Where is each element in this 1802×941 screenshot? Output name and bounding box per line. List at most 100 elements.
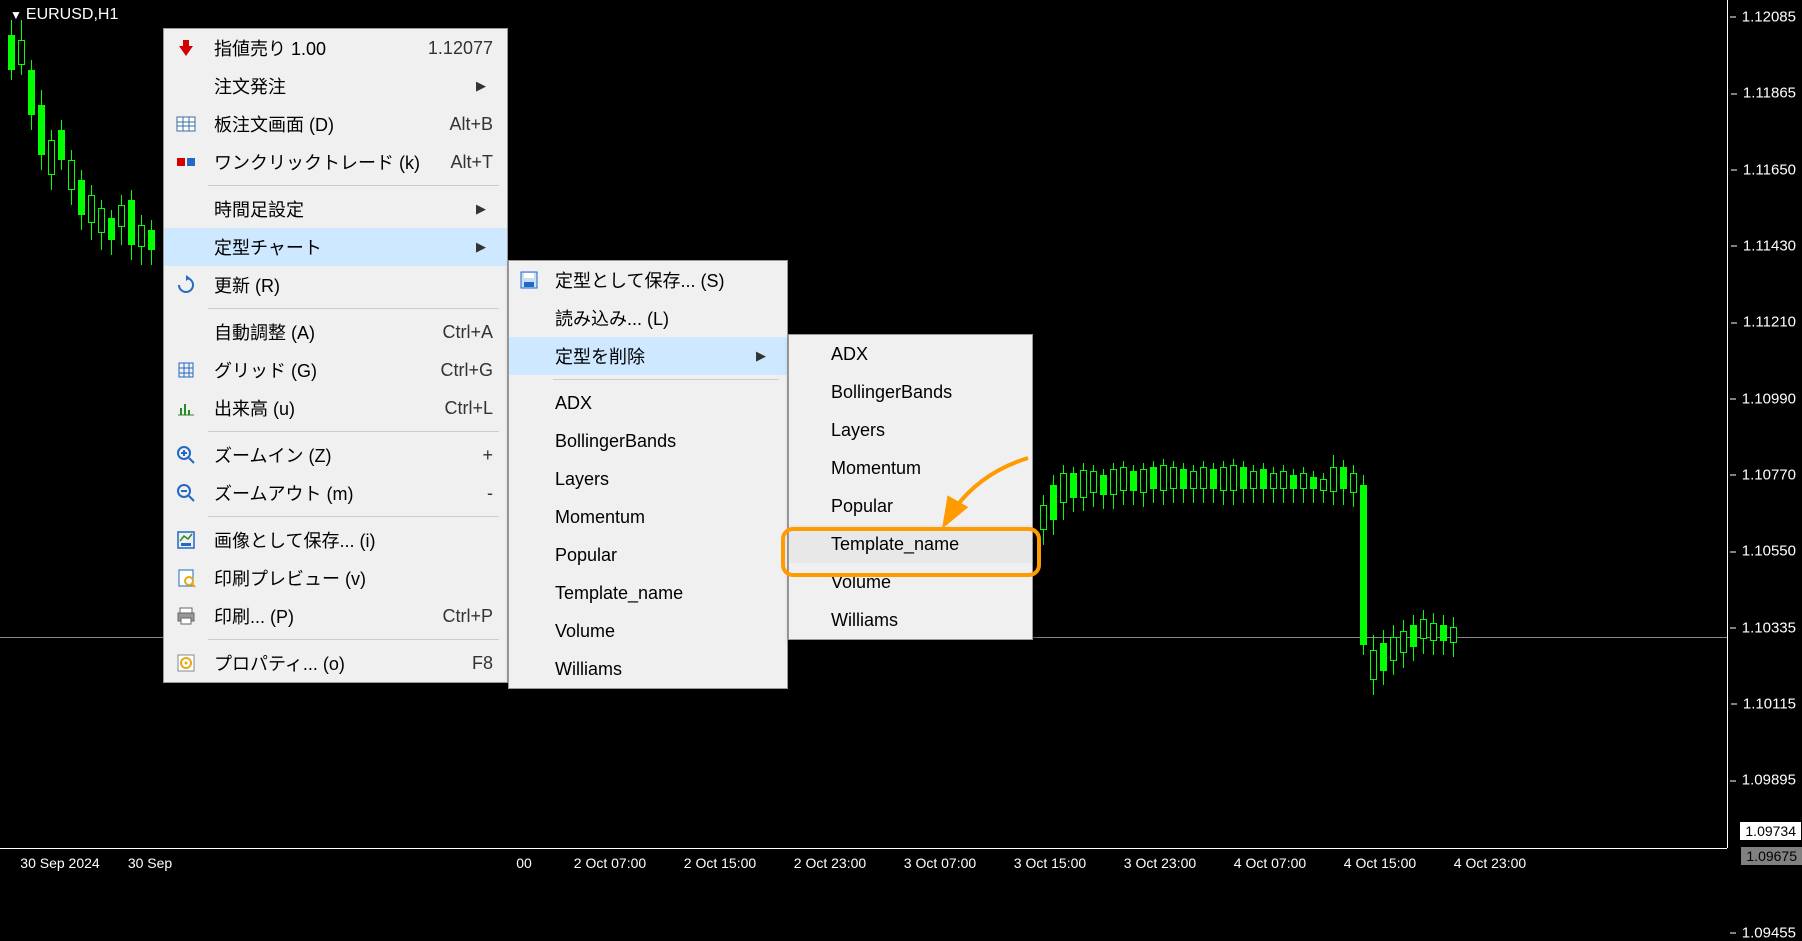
delete-template-item[interactable]: Layers [789,411,1032,449]
submenu-item[interactable]: Williams [509,650,787,688]
props-icon [164,653,208,673]
menu-item[interactable]: 注文発注▶ [164,67,507,105]
menu-item[interactable]: 更新 (R) [164,266,507,304]
submenu-arrow-icon: ▶ [469,239,493,255]
menu-item-shortcut: Ctrl+A [412,322,493,343]
submenu-item-label: 定型として保存... (S) [549,267,773,293]
y-axis-tick: 1.11210 [1743,314,1796,331]
menu-item-label: グリッド (G) [208,357,410,383]
y-axis-tick: 1.09895 [1742,772,1796,789]
menu-item-label: 画像として保存... (i) [208,527,493,553]
submenu-arrow-icon: ▶ [469,201,493,217]
menu-separator [553,379,779,380]
menu-item-shortcut: Ctrl+P [412,606,493,627]
submenu-item[interactable]: Popular [509,536,787,574]
submenu-arrow-icon: ▶ [469,78,493,94]
y-axis-tick: 1.10550 [1742,543,1796,560]
menu-item-label: ズームアウト (m) [208,480,433,506]
delete-template-item-label: Williams [825,610,1018,631]
delete-template-item[interactable]: Momentum [789,449,1032,487]
menu-item-shortcut: + [433,445,493,466]
menu-item-label: 出来高 (u) [208,395,414,421]
saveimg-icon [164,530,208,550]
delete-template-item[interactable]: BollingerBands [789,373,1032,411]
menu-item[interactable]: 自動調整 (A)Ctrl+A [164,313,507,351]
delete-template-item-label: Volume [825,572,1018,593]
price-marker: 1.09675 [1741,847,1802,865]
volume-icon [164,398,208,418]
oneclick-icon [164,152,208,172]
y-axis-tick: 1.11865 [1743,85,1796,102]
menu-item[interactable]: 印刷... (P)Ctrl+P [164,597,507,635]
delete-template-item[interactable]: Volume [789,563,1032,601]
submenu-item[interactable]: ADX [509,384,787,422]
menu-item-label: 注文発注 [208,73,469,99]
menu-item[interactable]: 時間足設定▶ [164,190,507,228]
menu-item[interactable]: 出来高 (u)Ctrl+L [164,389,507,427]
menu-item-shortcut: - [433,483,493,504]
context-menu-template[interactable]: 定型として保存... (S) 読み込み... (L) 定型を削除▶ ADX Bollin… [508,260,788,689]
menu-item-label: 定型チャート [208,234,469,260]
menu-item[interactable]: グリッド (G)Ctrl+G [164,351,507,389]
submenu-item[interactable]: BollingerBands [509,422,787,460]
submenu-item[interactable]: 読み込み... (L) [509,299,787,337]
grid-icon [164,360,208,380]
submenu-item-label: ADX [549,393,773,414]
menu-item[interactable]: 印刷プレビュー (v) [164,559,507,597]
menu-item-shortcut: F8 [433,653,493,674]
delete-template-item-label: Template_name [825,534,1018,555]
menu-item[interactable]: 指値売り 1.001.12077 [164,29,507,67]
delete-template-item[interactable]: ADX [789,335,1032,373]
save-tpl-icon [509,270,549,290]
delete-template-item[interactable]: Template_name [789,525,1032,563]
context-menu-delete-template[interactable]: ADX BollingerBands Layers MomentumPopular Te… [788,334,1033,640]
menu-item[interactable]: 板注文画面 (D)Alt+B [164,105,507,143]
menu-item-shortcut: 1.12077 [398,38,493,59]
menu-separator [208,639,499,640]
menu-separator [208,516,499,517]
submenu-item[interactable]: Volume [509,612,787,650]
submenu-item-label: Layers [549,469,773,490]
delete-template-item[interactable]: Williams [789,601,1032,639]
price-marker: 1.09734 [1739,821,1802,841]
menu-item-label: 更新 (R) [208,272,493,298]
menu-item[interactable]: ズームイン (Z)+ [164,436,507,474]
submenu-item-label: Williams [549,659,773,680]
submenu-item-label: 読み込み... (L) [549,305,773,331]
zoomin-icon [164,445,208,465]
submenu-item-label: Volume [549,621,773,642]
depth-icon [164,114,208,134]
x-axis-tick: 2 Oct 07:00 [574,855,646,871]
menu-item[interactable]: ワンクリックトレード (k)Alt+T [164,143,507,181]
menu-item-shortcut: Ctrl+L [414,398,493,419]
delete-template-item[interactable]: Popular [789,487,1032,525]
menu-item[interactable]: ズームアウト (m)- [164,474,507,512]
delete-template-item-label: ADX [825,344,1018,365]
y-axis-tick: 1.10770 [1742,466,1796,483]
menu-item-label: 自動調整 (A) [208,319,412,345]
y-axis-tick: 1.11430 [1743,237,1796,254]
menu-item[interactable]: 定型チャート▶ [164,228,507,266]
x-axis-tick: 00 [516,855,532,871]
submenu-arrow-icon: ▶ [749,348,773,364]
submenu-item[interactable]: Layers [509,460,787,498]
menu-item-label: 指値売り 1.00 [208,35,398,61]
x-axis-tick: 4 Oct 15:00 [1344,855,1416,871]
x-axis-tick: 2 Oct 23:00 [794,855,866,871]
y-axis-tick: 1.10335 [1742,619,1796,636]
submenu-item[interactable]: 定型を削除▶ [509,337,787,375]
candle-cluster-left [8,20,168,270]
menu-item-label: 板注文画面 (D) [208,111,419,137]
submenu-item[interactable]: Momentum [509,498,787,536]
submenu-item[interactable]: Template_name [509,574,787,612]
menu-item[interactable]: プロパティ... (o)F8 [164,644,507,682]
menu-item[interactable]: 画像として保存... (i) [164,521,507,559]
delete-template-item-label: Layers [825,420,1018,441]
menu-item-shortcut: Alt+T [420,152,493,173]
x-axis-tick: 30 Sep [128,855,172,871]
zoomout-icon [164,483,208,503]
submenu-item[interactable]: 定型として保存... (S) [509,261,787,299]
submenu-item-label: 定型を削除 [549,343,749,369]
context-menu-main[interactable]: 指値売り 1.001.12077注文発注▶板注文画面 (D)Alt+Bワンクリッ… [163,28,508,683]
menu-separator [208,308,499,309]
